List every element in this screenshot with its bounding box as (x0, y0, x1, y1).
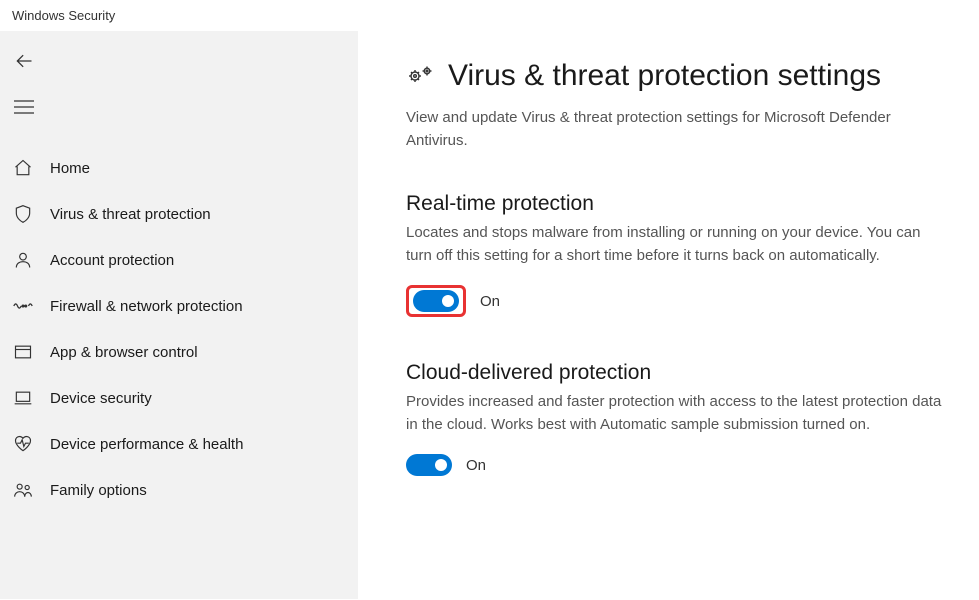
section-desc-realtime: Locates and stops malware from installin… (406, 222, 946, 267)
toggle-row-cloud: On (406, 454, 961, 476)
network-icon (12, 295, 34, 317)
toggle-label-cloud: On (466, 457, 486, 474)
page-header: Virus & threat protection settings (406, 59, 961, 93)
nav-label: App & browser control (50, 344, 198, 361)
nav-label: Home (50, 160, 90, 177)
gears-icon (406, 64, 434, 88)
nav-label: Firewall & network protection (50, 298, 243, 315)
section-cloud: Cloud-delivered protection Provides incr… (406, 361, 961, 476)
section-title-cloud: Cloud-delivered protection (406, 361, 961, 385)
nav-item-performance[interactable]: Device performance & health (0, 421, 358, 467)
main-content: Virus & threat protection settings View … (358, 31, 979, 599)
hamburger-icon (14, 100, 34, 114)
section-title-realtime: Real-time protection (406, 192, 961, 216)
nav-item-home[interactable]: Home (0, 145, 358, 191)
toggle-label-realtime: On (480, 293, 500, 310)
menu-button[interactable] (0, 87, 46, 127)
nav-label: Virus & threat protection (50, 206, 211, 223)
nav-item-firewall[interactable]: Firewall & network protection (0, 283, 358, 329)
heart-icon (12, 433, 34, 455)
toggle-cloud[interactable] (406, 454, 452, 476)
sidebar: Home Virus & threat protection Acco (0, 31, 358, 599)
main-layout: Home Virus & threat protection Acco (0, 31, 979, 599)
nav-label: Family options (50, 482, 147, 499)
toggle-realtime[interactable] (413, 290, 459, 312)
toggle-row-realtime: On (406, 285, 961, 317)
page-title: Virus & threat protection settings (448, 59, 881, 93)
nav-item-app-browser[interactable]: App & browser control (0, 329, 358, 375)
page-description: View and update Virus & threat protectio… (406, 107, 946, 152)
browser-icon (12, 341, 34, 363)
home-icon (12, 157, 34, 179)
nav-item-account[interactable]: Account protection (0, 237, 358, 283)
section-desc-cloud: Provides increased and faster protection… (406, 391, 946, 436)
back-button[interactable] (0, 41, 46, 81)
nav-label: Device performance & health (50, 436, 243, 453)
nav-list: Home Virus & threat protection Acco (0, 145, 358, 513)
shield-icon (12, 203, 34, 225)
laptop-icon (12, 387, 34, 409)
window-title: Windows Security (0, 0, 979, 31)
person-icon (12, 249, 34, 271)
nav-label: Account protection (50, 252, 174, 269)
nav-item-device-security[interactable]: Device security (0, 375, 358, 421)
highlight-box (406, 285, 466, 317)
people-icon (12, 479, 34, 501)
arrow-left-icon (14, 51, 34, 71)
section-realtime: Real-time protection Locates and stops m… (406, 192, 961, 317)
nav-item-virus-threat[interactable]: Virus & threat protection (0, 191, 358, 237)
nav-label: Device security (50, 390, 152, 407)
nav-item-family[interactable]: Family options (0, 467, 358, 513)
